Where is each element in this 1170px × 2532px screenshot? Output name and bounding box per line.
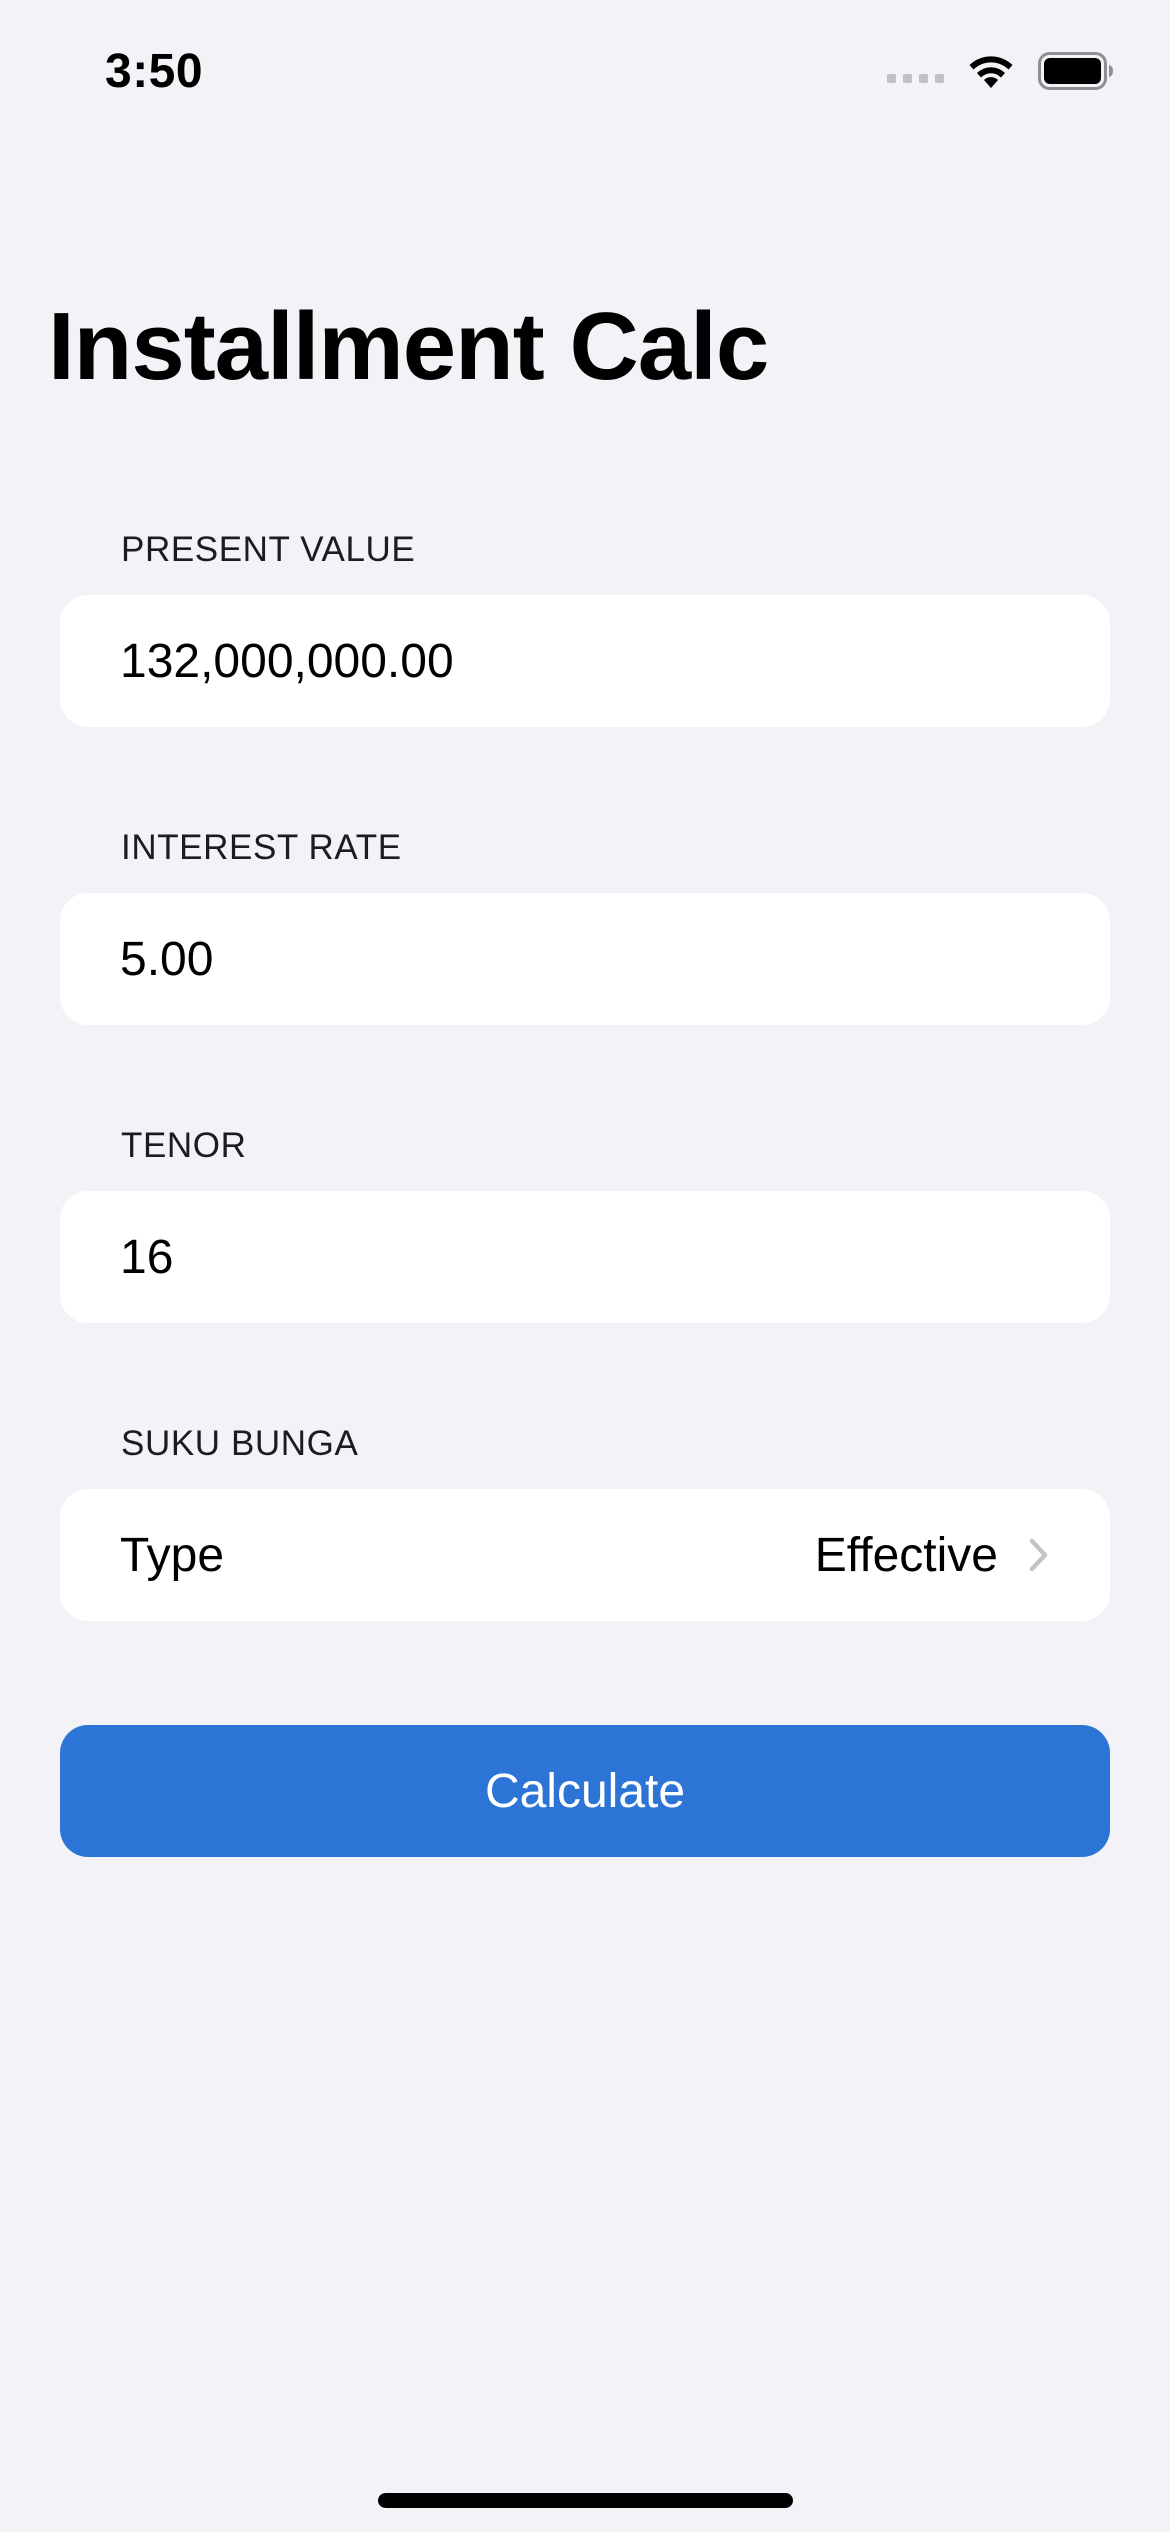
home-indicator[interactable] bbox=[378, 2493, 793, 2508]
status-bar: 3:50 bbox=[0, 0, 1170, 150]
chevron-right-icon bbox=[1028, 1537, 1050, 1573]
suku-bunga-header: SUKU BUNGA bbox=[121, 1424, 359, 1463]
battery-icon bbox=[1038, 52, 1114, 90]
present-value-card bbox=[60, 595, 1110, 727]
interest-rate-field[interactable] bbox=[120, 931, 1050, 987]
app-screen: 3:50 Installment Calc PRESENT VALUE 132,… bbox=[0, 0, 1170, 2532]
type-picker-value: Effective bbox=[814, 1528, 998, 1582]
tenor-card bbox=[60, 1191, 1110, 1323]
status-icons bbox=[887, 52, 1114, 90]
tenor-field[interactable] bbox=[120, 1229, 1050, 1285]
status-time: 3:50 bbox=[105, 45, 204, 98]
cellular-signal-icon bbox=[887, 73, 944, 83]
present-value-field[interactable] bbox=[120, 633, 1050, 689]
type-picker-row[interactable]: Type Effective bbox=[60, 1489, 1110, 1621]
wifi-icon bbox=[966, 52, 1016, 90]
interest-rate-header: INTEREST RATE bbox=[121, 828, 402, 867]
calculate-button[interactable]: Calculate bbox=[60, 1725, 1110, 1857]
type-picker-label: Type bbox=[120, 1528, 225, 1582]
page-title: Installment Calc bbox=[48, 293, 769, 400]
interest-rate-card bbox=[60, 893, 1110, 1025]
tenor-header: TENOR bbox=[121, 1126, 247, 1165]
type-picker-value-group: Effective bbox=[815, 1528, 1050, 1583]
present-value-header: PRESENT VALUE bbox=[121, 530, 416, 569]
